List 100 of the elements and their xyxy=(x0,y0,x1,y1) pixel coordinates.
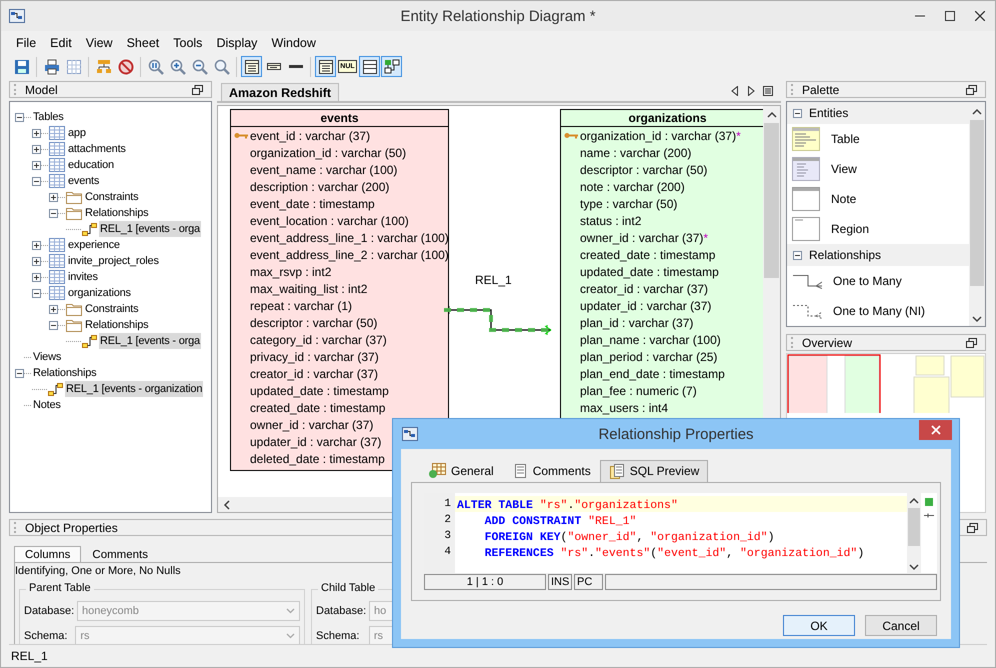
detail-tool-button[interactable] xyxy=(241,56,262,78)
expander-icon[interactable] xyxy=(15,112,24,122)
palette-item[interactable]: Table xyxy=(831,132,860,146)
scroll-down-icon[interactable] xyxy=(972,315,982,323)
expander-icon[interactable] xyxy=(49,320,58,330)
restore-icon[interactable] xyxy=(192,84,203,94)
tree-item[interactable]: education xyxy=(67,157,115,173)
table-detail-icon xyxy=(318,58,334,75)
tree-item[interactable]: invites xyxy=(67,269,99,285)
dialog-button[interactable]: Cancel xyxy=(865,615,937,636)
close-button[interactable] xyxy=(919,420,952,440)
palette-item[interactable]: Note xyxy=(831,192,856,206)
relationship-line[interactable] xyxy=(444,306,552,336)
column-definition: event_id : varchar (37) xyxy=(250,128,370,142)
diagram-app-icon xyxy=(9,9,25,23)
scroll-up-icon[interactable] xyxy=(909,497,919,505)
entity-name: events xyxy=(231,110,448,127)
dialog-tab[interactable]: General xyxy=(419,460,503,482)
expander-icon[interactable] xyxy=(49,304,58,314)
tree-item[interactable]: attachments xyxy=(67,141,127,157)
restore-icon[interactable] xyxy=(966,338,977,348)
column-definition: max_waiting_list : int2 xyxy=(250,282,368,296)
expander-icon[interactable] xyxy=(32,256,41,266)
expander-icon[interactable] xyxy=(49,208,58,218)
tree-item[interactable]: experience xyxy=(67,237,121,253)
scroll-left-icon[interactable] xyxy=(223,500,231,510)
palette-item[interactable]: Region xyxy=(831,222,870,236)
scroll-up-icon[interactable] xyxy=(766,111,776,119)
note-thumbnail-icon[interactable] xyxy=(792,187,820,211)
column-definition: deleted_date : timestamp xyxy=(250,452,385,466)
expander-icon[interactable] xyxy=(32,160,41,170)
attributes-tool-button[interactable] xyxy=(359,56,380,78)
expander-icon[interactable] xyxy=(32,128,41,138)
palette-item[interactable]: View xyxy=(831,162,857,176)
diagram-tab[interactable]: Amazon Redshift xyxy=(221,83,340,101)
menu-item[interactable]: File xyxy=(16,36,50,50)
tree-item[interactable]: invite_project_roles xyxy=(67,253,160,269)
line-number: 4 xyxy=(443,545,452,560)
tree-item[interactable]: Tables xyxy=(32,109,65,125)
list-icon[interactable] xyxy=(763,86,773,96)
printer-icon xyxy=(44,58,60,75)
tree-item[interactable]: Relationships xyxy=(32,365,98,381)
search-icon xyxy=(214,58,230,75)
column-definition: event_date : timestamp xyxy=(250,196,375,210)
connector-icon[interactable] xyxy=(792,304,822,318)
tree-item[interactable]: Relationships xyxy=(84,317,150,333)
expander-icon[interactable] xyxy=(32,288,41,298)
tree-item[interactable]: app xyxy=(67,125,87,141)
table-icon xyxy=(49,142,65,156)
tree-item[interactable]: organizations xyxy=(67,285,132,301)
dialog-tab[interactable]: Comments xyxy=(502,460,600,482)
restore-icon[interactable] xyxy=(966,84,977,94)
tree-item[interactable]: Notes xyxy=(32,397,62,413)
collapse-icon[interactable] xyxy=(793,108,802,118)
previous-icon[interactable] xyxy=(731,86,739,96)
menu-item[interactable]: Sheet xyxy=(126,36,172,50)
connector-icon[interactable] xyxy=(792,274,822,288)
column-definition: event_address_line_1 : varchar (100) xyxy=(250,230,449,244)
dialog-button[interactable]: OK xyxy=(783,615,855,636)
tree-item[interactable]: REL_1 [events - organization xyxy=(65,381,204,397)
scroll-down-icon[interactable] xyxy=(909,563,919,571)
palette-scrollbar[interactable] xyxy=(969,102,985,326)
expander-icon[interactable] xyxy=(15,368,24,378)
expander-icon[interactable] xyxy=(32,272,41,282)
tree-item[interactable]: Constraints xyxy=(84,301,140,317)
view-thumbnail-icon[interactable] xyxy=(792,157,820,181)
tree-item[interactable]: REL_1 [events - orga xyxy=(99,221,201,237)
tree-item[interactable]: REL_1 [events - orga xyxy=(99,333,201,349)
menu-item[interactable]: View xyxy=(86,36,126,50)
dialog-tab[interactable]: SQL Preview xyxy=(600,460,708,482)
collapse-icon[interactable] xyxy=(793,250,802,260)
properties-tab[interactable]: Comments xyxy=(81,546,159,562)
entity-table[interactable] xyxy=(230,109,449,471)
expander-icon[interactable] xyxy=(32,240,41,250)
menu-item[interactable]: Window xyxy=(271,36,329,50)
region-thumbnail-icon[interactable] xyxy=(792,217,820,241)
tree-item[interactable]: events xyxy=(67,173,100,189)
expander-icon[interactable] xyxy=(32,144,41,154)
tree-item[interactable]: Relationships xyxy=(84,205,150,221)
documents-icon xyxy=(608,463,625,479)
editor-scrollbar[interactable] xyxy=(907,493,921,573)
menu-item[interactable]: Tools xyxy=(173,36,216,50)
expander-icon[interactable] xyxy=(49,192,58,202)
table-tool-button[interactable] xyxy=(315,56,336,78)
menu-item[interactable]: Edit xyxy=(50,36,85,50)
tree-item[interactable]: Constraints xyxy=(84,189,140,205)
menu-item[interactable]: Display xyxy=(216,36,270,50)
tree-item[interactable]: Views xyxy=(32,349,62,365)
table-thumbnail-icon[interactable] xyxy=(792,127,820,151)
expander-icon[interactable] xyxy=(32,176,41,186)
window-title: Entity Relationship Diagram * xyxy=(400,8,596,24)
scroll-up-icon[interactable] xyxy=(972,108,982,116)
close-icon xyxy=(930,425,940,435)
palette-item[interactable]: One to Many (NI) xyxy=(833,304,926,318)
properties-tab[interactable]: Columns xyxy=(14,546,82,562)
palette-item[interactable]: One to Many xyxy=(833,274,902,288)
next-icon[interactable] xyxy=(747,86,755,96)
dialog-title: Relationship Properties xyxy=(598,426,754,442)
relation-tool-button[interactable] xyxy=(381,56,402,78)
restore-icon[interactable] xyxy=(967,522,978,532)
